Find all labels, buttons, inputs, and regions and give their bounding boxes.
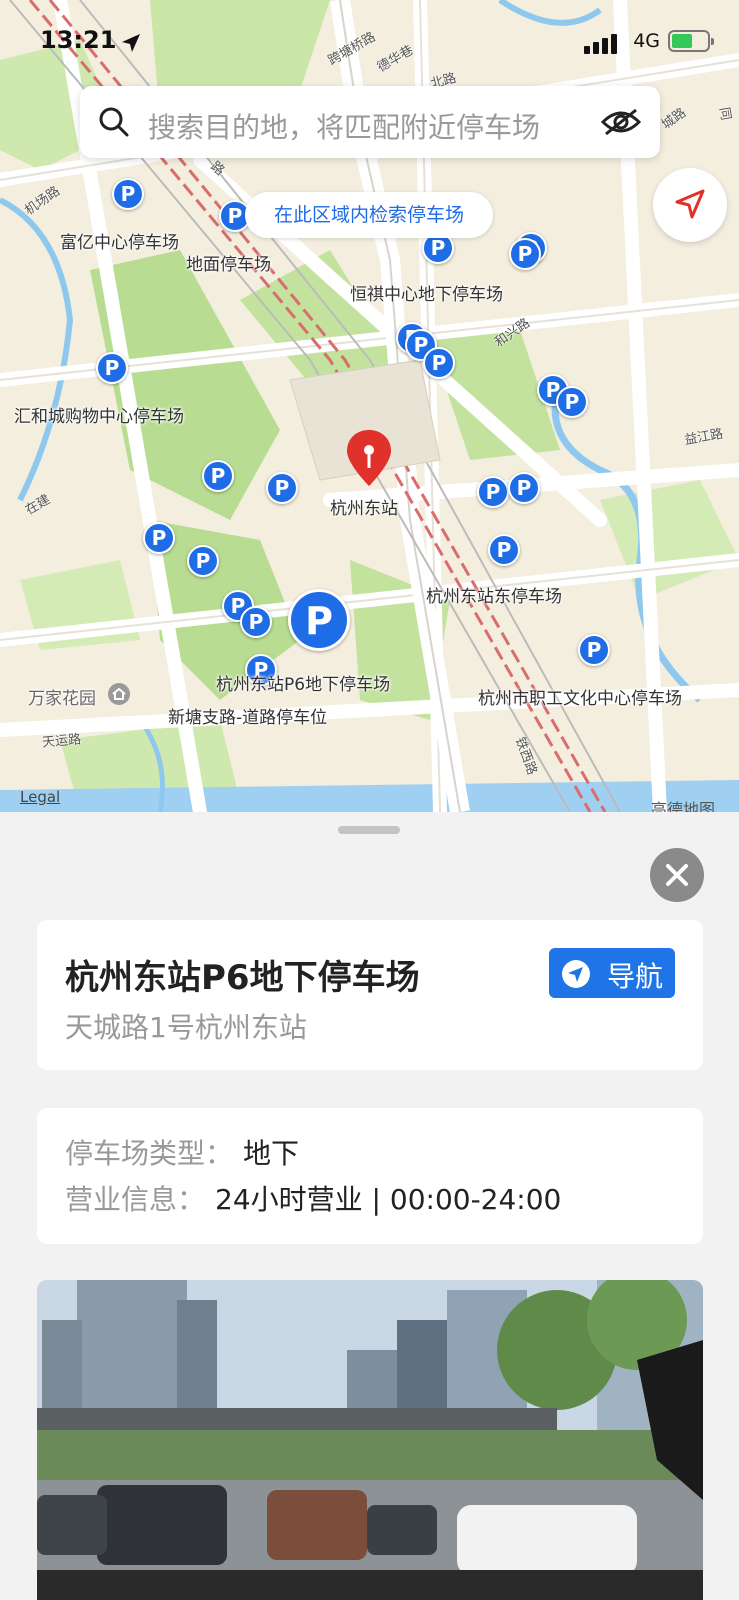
parking-pin[interactable]: P	[96, 352, 128, 384]
parking-pin[interactable]: P	[477, 476, 509, 508]
poi-house-icon	[108, 683, 130, 705]
parking-label[interactable]: 杭州东站东停车场	[426, 582, 562, 607]
parking-label[interactable]: 汇和城购物中心停车场	[14, 402, 184, 427]
status-bar: 13:21 4G	[40, 26, 714, 60]
search-this-area-button[interactable]: 在此区域内检索停车场	[245, 192, 493, 238]
parking-address: 天城路1号杭州东站	[65, 1011, 307, 1044]
status-time: 13:21	[40, 26, 117, 54]
close-icon	[666, 864, 688, 886]
business-hours-row: 营业信息： 24小时营业 | 00:00-24:00	[65, 1178, 561, 1218]
parking-info-card: 杭州东站P6地下停车场 天城路1号杭州东站 导航	[37, 920, 703, 1070]
close-button[interactable]	[650, 848, 704, 902]
eye-slash-icon[interactable]	[600, 106, 642, 138]
navigation-arrow-icon	[675, 189, 705, 219]
navigate-button[interactable]: 导航	[549, 948, 675, 998]
navigation-icon	[562, 960, 590, 988]
business-hours-value: 24小时营业 | 00:00-24:00	[215, 1183, 562, 1216]
map-view[interactable]: 机场路 跨塘桥路 德华巷 北路 城路 同 和兴路 益江路 在建 天运路 铁西路 …	[0, 0, 739, 812]
parking-pin[interactable]: P	[143, 522, 175, 554]
parking-label[interactable]: 恒祺中心地下停车场	[350, 280, 503, 305]
parking-pin[interactable]: P	[266, 472, 298, 504]
parking-pin[interactable]: P	[578, 634, 610, 666]
legal-link[interactable]: Legal	[20, 788, 60, 806]
network-type: 4G	[633, 30, 660, 52]
parking-details-card: 停车场类型： 地下 营业信息： 24小时营业 | 00:00-24:00	[37, 1108, 703, 1244]
parking-type-row: 停车场类型： 地下	[65, 1132, 299, 1172]
destination-label: 杭州东站	[330, 499, 398, 519]
parking-pin[interactable]: P	[488, 534, 520, 566]
parking-label[interactable]: 富亿中心停车场	[60, 228, 179, 253]
destination-marker-icon[interactable]	[344, 428, 394, 490]
parking-label[interactable]: 杭州东站P6地下停车场	[216, 670, 390, 695]
poi-label: 万家花园	[28, 689, 96, 709]
parking-label[interactable]: 新塘支路-道路停车位	[168, 703, 327, 728]
parking-pin[interactable]: P	[112, 178, 144, 210]
battery-icon	[668, 30, 714, 52]
parking-photo[interactable]	[37, 1280, 703, 1600]
signal-icon	[584, 34, 617, 54]
parking-pin[interactable]: P	[508, 472, 540, 504]
map-attribution: 高德地图	[651, 800, 716, 812]
parking-pin[interactable]: P	[202, 460, 234, 492]
search-bar[interactable]: 搜索目的地，将匹配附近停车场	[80, 86, 660, 158]
parking-pin[interactable]: P	[187, 545, 219, 577]
parking-label[interactable]: 地面停车场	[186, 250, 271, 275]
navigate-label: 导航	[607, 960, 664, 993]
parking-pin[interactable]: P	[556, 386, 588, 418]
business-hours-label: 营业信息：	[65, 1183, 206, 1216]
parking-type-value: 地下	[243, 1137, 300, 1170]
locate-button[interactable]	[653, 168, 727, 242]
selected-parking-pin[interactable]: P	[288, 589, 350, 651]
search-placeholder[interactable]: 搜索目的地，将匹配附近停车场	[148, 106, 540, 146]
parking-pin[interactable]: P	[423, 347, 455, 379]
parking-pin[interactable]: P	[240, 606, 272, 638]
parking-label[interactable]: 杭州市职工文化中心停车场	[478, 684, 682, 709]
parking-pin[interactable]: P	[509, 238, 541, 270]
search-icon	[99, 107, 129, 137]
sheet-grabber[interactable]	[338, 826, 400, 834]
road-label: 天运路	[41, 732, 82, 751]
location-arrow-icon	[122, 34, 140, 52]
parking-type-label: 停车场类型：	[65, 1137, 234, 1170]
parking-title: 杭州东站P6地下停车场	[65, 958, 420, 998]
